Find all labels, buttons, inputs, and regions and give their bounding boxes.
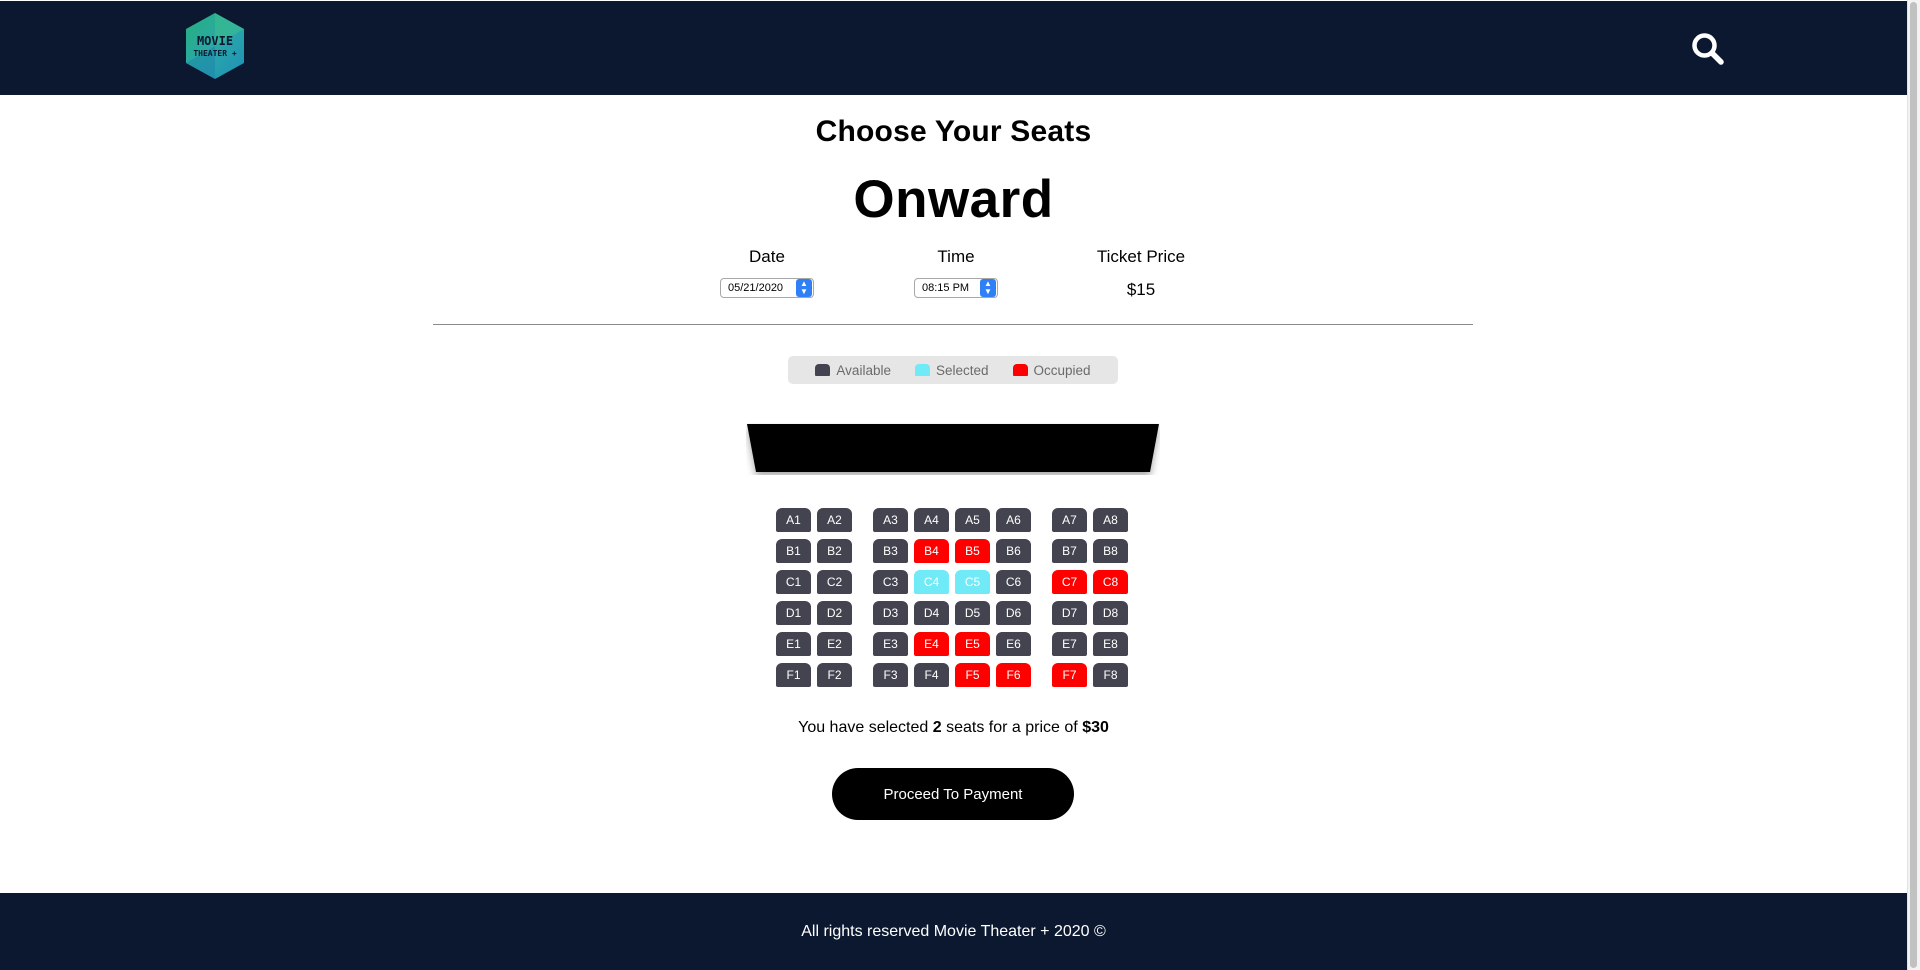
select-arrows-icon: ▲ ▼: [796, 279, 812, 297]
seat-a6[interactable]: A6: [996, 508, 1031, 532]
legend-available-label: Available: [836, 362, 891, 378]
search-button[interactable]: [1690, 31, 1726, 67]
seat-a8[interactable]: A8: [1093, 508, 1128, 532]
page-title: Choose Your Seats: [815, 115, 1092, 148]
seat-map: A1 A2 A3 A4 A5 A6 A7 A8 B1 B2 B3 B4 B5 B6 B7 B8 C1 C2 C3 C4…: [776, 508, 1136, 688]
seat-f6[interactable]: F6: [996, 663, 1031, 687]
seat-d4[interactable]: D4: [914, 601, 949, 625]
date-select[interactable]: 05/21/2020 ▲ ▼: [720, 278, 814, 298]
seat-d2[interactable]: D2: [817, 601, 852, 625]
scrollbar[interactable]: [1907, 0, 1920, 970]
main-content: Choose Your Seats Onward Date 05/21/2020…: [0, 95, 1907, 893]
available-seat-icon: [815, 364, 831, 376]
footer-copyright: All rights reserved Movie Theater + 2020…: [801, 923, 1106, 940]
seat-e6[interactable]: E6: [996, 632, 1031, 656]
seat-c4[interactable]: C4: [914, 570, 949, 594]
date-label: Date: [749, 247, 785, 266]
seat-c8[interactable]: C8: [1093, 570, 1128, 594]
seat-e4[interactable]: E4: [914, 632, 949, 656]
seat-c3[interactable]: C3: [873, 570, 908, 594]
logo[interactable]: MOVIE THEATER +: [183, 11, 247, 81]
date-group: Date 05/21/2020 ▲ ▼: [687, 247, 847, 298]
theater-screen: [746, 423, 1160, 475]
seat-e1[interactable]: E1: [776, 632, 811, 656]
seat-b6[interactable]: B6: [996, 539, 1031, 563]
seat-a7[interactable]: A7: [1052, 508, 1087, 532]
page: MOVIE THEATER + Choose Your Seats Onward…: [0, 0, 1920, 970]
date-select-value: 05/21/2020: [728, 282, 784, 294]
seat-legend: Available Selected Occupied: [788, 356, 1118, 384]
seat-b7[interactable]: B7: [1052, 539, 1087, 563]
selection-summary: You have selected 2 seats for a price of…: [0, 719, 1907, 737]
search-icon: [1692, 33, 1724, 65]
logo-text-line2: THEATER +: [193, 49, 237, 58]
legend-selected: Selected: [914, 362, 989, 378]
seat-f3[interactable]: F3: [873, 663, 908, 687]
selected-seat-icon: [914, 364, 930, 376]
seat-c6[interactable]: C6: [996, 570, 1031, 594]
seat-d1[interactable]: D1: [776, 601, 811, 625]
seat-e3[interactable]: E3: [873, 632, 908, 656]
time-select[interactable]: 08:15 PM ▲ ▼: [914, 278, 998, 298]
seat-b2[interactable]: B2: [817, 539, 852, 563]
occupied-seat-icon: [1012, 364, 1028, 376]
legend-occupied-label: Occupied: [1033, 362, 1091, 378]
seat-d3[interactable]: D3: [873, 601, 908, 625]
seat-d5[interactable]: D5: [955, 601, 990, 625]
seat-f4[interactable]: F4: [914, 663, 949, 687]
seat-a2[interactable]: A2: [817, 508, 852, 532]
seat-d7[interactable]: D7: [1052, 601, 1087, 625]
seat-f8[interactable]: F8: [1093, 663, 1128, 687]
seat-c7[interactable]: C7: [1052, 570, 1087, 594]
scrollbar-thumb[interactable]: [1910, 2, 1917, 968]
seat-d6[interactable]: D6: [996, 601, 1031, 625]
divider: [433, 324, 1473, 325]
seat-c1[interactable]: C1: [776, 570, 811, 594]
seat-b8[interactable]: B8: [1093, 539, 1128, 563]
site-footer: All rights reserved Movie Theater + 2020…: [0, 893, 1907, 970]
site-header: MOVIE THEATER +: [0, 1, 1907, 95]
seat-c2[interactable]: C2: [817, 570, 852, 594]
seat-b1[interactable]: B1: [776, 539, 811, 563]
ticket-price-group: Ticket Price $15: [1061, 247, 1221, 300]
app: MOVIE THEATER + Choose Your Seats Onward…: [0, 0, 1907, 970]
seat-c5[interactable]: C5: [955, 570, 990, 594]
seat-a5[interactable]: A5: [955, 508, 990, 532]
ticket-price-value: $15: [1126, 280, 1156, 299]
summary-middle: seats for a price of: [946, 719, 1078, 736]
seat-e2[interactable]: E2: [817, 632, 852, 656]
summary-prefix: You have selected: [798, 719, 929, 736]
seat-b3[interactable]: B3: [873, 539, 908, 563]
legend-available: Available: [815, 363, 891, 378]
seat-f5[interactable]: F5: [955, 663, 990, 687]
selected-total-price: $30: [1082, 719, 1109, 736]
time-select-value: 08:15 PM: [922, 282, 970, 294]
legend-selected-label: Selected: [935, 362, 989, 378]
seat-e7[interactable]: E7: [1052, 632, 1087, 656]
seat-a3[interactable]: A3: [873, 508, 908, 532]
seat-a4[interactable]: A4: [914, 508, 949, 532]
movie-title: Onward: [853, 170, 1054, 229]
proceed-to-payment-button[interactable]: Proceed To Payment: [832, 768, 1074, 820]
seat-b5[interactable]: B5: [955, 539, 990, 563]
ticket-price-label: Ticket Price: [1096, 247, 1186, 266]
seat-d8[interactable]: D8: [1093, 601, 1128, 625]
seat-a1[interactable]: A1: [776, 508, 811, 532]
seat-e5[interactable]: E5: [955, 632, 990, 656]
selected-seat-count: 2: [932, 719, 942, 736]
seat-f7[interactable]: F7: [1052, 663, 1087, 687]
time-group: Time 08:15 PM ▲ ▼: [876, 247, 1036, 298]
seat-e8[interactable]: E8: [1093, 632, 1128, 656]
legend-occupied: Occupied: [1012, 362, 1091, 378]
logo-text-line1: MOVIE: [197, 34, 233, 48]
select-arrows-icon: ▲ ▼: [980, 279, 996, 297]
seat-b4[interactable]: B4: [914, 539, 949, 563]
logo-hexagon-icon: MOVIE THEATER +: [186, 13, 244, 79]
seat-f2[interactable]: F2: [817, 663, 852, 687]
seat-f1[interactable]: F1: [776, 663, 811, 687]
time-label: Time: [937, 247, 975, 266]
